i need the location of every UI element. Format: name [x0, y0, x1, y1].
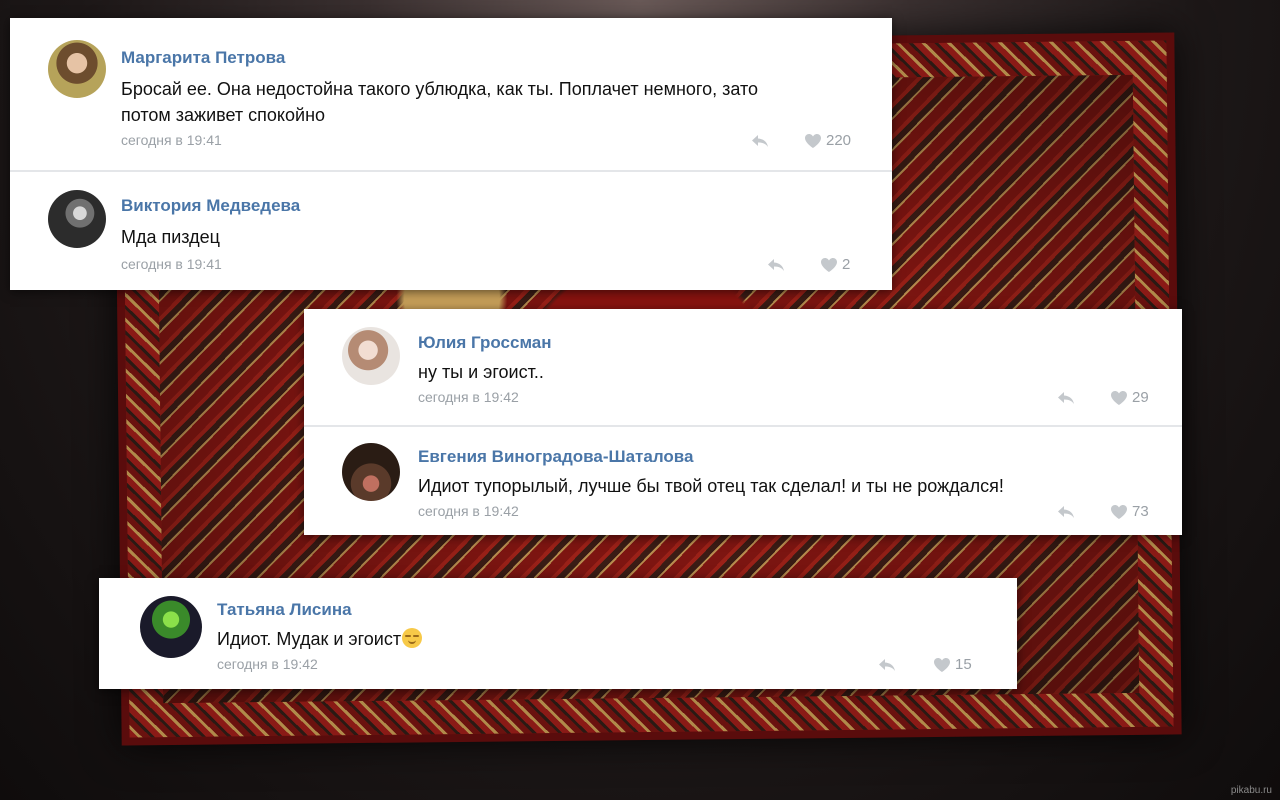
user-avatar[interactable]: [48, 190, 106, 248]
comment-text: Идиот. Мудак и эгоист: [217, 626, 423, 652]
comment-date[interactable]: сегодня в 19:41: [121, 132, 222, 148]
like-button[interactable]: 15: [933, 656, 972, 673]
comment-text: Бросай ее. Она недостойна такого ублюдка…: [121, 79, 758, 99]
reply-icon[interactable]: [877, 658, 897, 672]
comment-author[interactable]: Евгения Виноградова-Шаталова: [418, 447, 693, 467]
heart-icon: [1111, 390, 1127, 405]
like-count: 29: [1132, 389, 1149, 406]
comment-author[interactable]: Виктория Медведева: [121, 196, 300, 216]
comment-author[interactable]: Маргарита Петрова: [121, 48, 285, 68]
heart-icon: [821, 257, 837, 272]
comment-date[interactable]: сегодня в 19:42: [217, 656, 318, 672]
comment-card: Юлия Гроссман ну ты и эгоист.. сегодня в…: [304, 309, 1182, 535]
comment-text: потом заживет спокойно: [121, 105, 326, 125]
comment: Евгения Виноградова-Шаталова Идиот тупор…: [304, 425, 1182, 535]
like-button[interactable]: 73: [1110, 503, 1149, 520]
like-count: 2: [842, 256, 851, 273]
user-avatar[interactable]: [140, 596, 202, 658]
comment: Маргарита Петрова Бросай ее. Она недосто…: [10, 18, 892, 170]
reply-icon[interactable]: [1056, 505, 1076, 519]
comment: Виктория Медведева Мда пиздец сегодня в …: [10, 170, 892, 290]
comment-text-content: Идиот. Мудак и эгоист: [217, 629, 402, 649]
comment-date[interactable]: сегодня в 19:42: [418, 503, 519, 519]
heart-icon: [805, 133, 821, 148]
comment-date[interactable]: сегодня в 19:41: [121, 256, 222, 272]
reply-icon[interactable]: [766, 258, 786, 272]
user-avatar[interactable]: [342, 443, 400, 501]
like-button[interactable]: 220: [804, 132, 851, 149]
comment-date[interactable]: сегодня в 19:42: [418, 389, 519, 405]
comment-author[interactable]: Юлия Гроссман: [418, 333, 552, 353]
comment: Татьяна Лисина Идиот. Мудак и эгоист сег…: [99, 578, 1017, 689]
comment-card: Маргарита Петрова Бросай ее. Она недосто…: [10, 18, 892, 290]
heart-icon: [1111, 504, 1127, 519]
like-count: 15: [955, 656, 972, 673]
comment-text: Мда пиздец: [121, 227, 220, 247]
heart-icon: [934, 657, 950, 672]
comment-card: Татьяна Лисина Идиот. Мудак и эгоист сег…: [99, 578, 1017, 689]
watermark: pikabu.ru: [1230, 785, 1272, 796]
comment-text: Идиот тупорылый, лучше бы твой отец так …: [418, 476, 1004, 496]
like-count: 73: [1132, 503, 1149, 520]
reply-icon[interactable]: [1056, 391, 1076, 405]
reply-icon[interactable]: [750, 134, 770, 148]
like-button[interactable]: 29: [1110, 389, 1149, 406]
relieved-face-emoji: [402, 628, 423, 648]
user-avatar[interactable]: [48, 40, 106, 98]
comment-text: ну ты и эгоист..: [418, 362, 544, 382]
like-button[interactable]: 2: [820, 256, 850, 273]
like-count: 220: [826, 132, 852, 149]
comment: Юлия Гроссман ну ты и эгоист.. сегодня в…: [304, 309, 1182, 425]
user-avatar[interactable]: [342, 327, 400, 385]
comment-author[interactable]: Татьяна Лисина: [217, 600, 352, 620]
